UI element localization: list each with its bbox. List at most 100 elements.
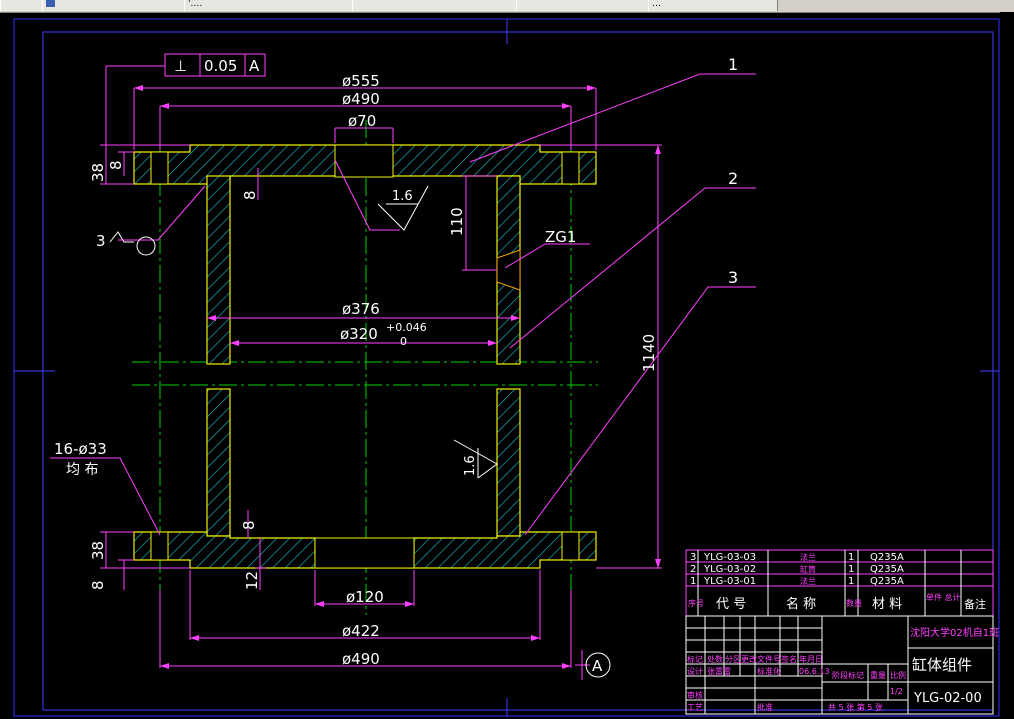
part-no: 2 (690, 564, 696, 575)
dim-d376: ø376 (342, 300, 380, 318)
part-name: 法兰 (800, 552, 816, 562)
school-name: 沈阳大学02机自1班 (910, 626, 999, 639)
header-note: 备注 (964, 597, 986, 611)
label-count: 处数 (707, 654, 723, 664)
roughness-side-value: 1.6 (463, 455, 478, 476)
pipe-thread-label: ZG1 (545, 228, 576, 246)
drawing-name: 缸体组件 (912, 656, 972, 674)
drawing-inner-frame (42, 31, 994, 711)
part-qty: 1 (848, 576, 854, 587)
header-material: 材 料 (872, 597, 902, 612)
roughness-symbol-top: 1.6 (377, 185, 429, 231)
part-code: YLG-03-01 (703, 576, 756, 587)
tab-3-label: '.… (188, 0, 203, 9)
label-zone: 分区 (725, 655, 741, 664)
label-change-doc: 更改文件号 (741, 654, 781, 664)
part-code: YLG-03-03 (703, 552, 756, 563)
tolerance-datum: A (249, 57, 260, 75)
parts-row: 3 YLG-03-03 法兰 1 Q235A (690, 552, 904, 563)
part-qty: 1 (848, 564, 854, 575)
parts-row: 1 YLG-03-01 法兰 1 Q235A (690, 576, 904, 587)
drawing-outer-frame (13, 18, 1000, 717)
part-material: Q235A (870, 576, 904, 587)
tab-2[interactable] (42, 0, 187, 11)
centering-marks (14, 19, 999, 716)
label-mark: 标记 (687, 654, 703, 664)
part-material: Q235A (870, 552, 904, 563)
right-scroll-edge[interactable] (1000, 12, 1014, 719)
header-qty: 数量 (846, 598, 862, 608)
tab-6[interactable]: … (648, 0, 778, 11)
balloon-3: 3 (728, 268, 738, 287)
dim-d120: ø120 (346, 588, 384, 606)
top-flange (133, 144, 597, 185)
bottom-flange (133, 531, 597, 569)
header-name: 名 称 (786, 596, 816, 612)
dim-h8-top: 8 (107, 160, 125, 170)
label-ratio: 比例 (890, 670, 906, 680)
holes-even-note: 均 布 (66, 462, 98, 478)
cad-drawing-canvas[interactable]: ⊥ 0.05 A ø555 ø490 ø70 ø376 ø320 +0.046 … (0, 12, 1000, 719)
dim-d555: ø555 (342, 72, 380, 90)
label-approve: 批准 (757, 702, 773, 712)
tab-5[interactable] (516, 0, 651, 11)
dim-d70: ø70 (348, 112, 376, 130)
tab-4[interactable] (352, 0, 519, 11)
dim-d490-top: ø490 (342, 90, 380, 108)
sheet-info: 共 5 张 第 5 张 (828, 702, 883, 712)
part-no: 3 (690, 552, 696, 563)
drawing-number: YLG-02-00 (913, 691, 982, 706)
parts-list: 3 YLG-03-03 法兰 1 Q235A 2 YLG-03-02 缸筒 1 … (688, 552, 986, 612)
dim-d320-tol-lower: 0 (400, 335, 407, 348)
tab-6-label: … (652, 0, 661, 9)
part-name: 法兰 (800, 576, 816, 586)
dim-h8-inner: 8 (241, 190, 259, 200)
label-review: 审核 (687, 690, 703, 700)
tab-1[interactable] (0, 0, 45, 11)
weld-symbol: 3 (96, 231, 156, 256)
tolerance-value: 0.05 (204, 57, 237, 75)
dim-h38-top: 38 (89, 163, 107, 182)
label-designer: 张雷雷 (707, 667, 731, 676)
label-std: 标准化 (757, 666, 781, 676)
part-no: 1 (690, 576, 696, 587)
parts-row: 2 YLG-03-02 缸筒 1 Q235A (690, 564, 904, 575)
label-date-value: 06.6.13 (799, 667, 830, 676)
weld-size: 3 (96, 232, 106, 250)
roughness-top-value: 1.6 (392, 189, 413, 204)
geometric-tolerance-frame: ⊥ 0.05 A (164, 53, 266, 77)
balloon-2: 2 (728, 169, 738, 188)
tab-3[interactable]: '.… (184, 0, 355, 11)
label-date: 年月日 (799, 654, 823, 664)
dim-d320-tol-upper: +0.046 (386, 321, 427, 334)
datum-a-label: A (592, 657, 603, 675)
dim-h12: 12 (243, 571, 261, 590)
roughness-symbol-side: 1.6 (453, 439, 498, 479)
title-block-labels: 标记 处数 分区 更改文件号 签名 年月日 设计 张雷雷 标准化 06.6.13… (687, 654, 906, 712)
dim-h110: 110 (448, 207, 466, 236)
part-material: Q235A (870, 564, 904, 575)
holes-count-note: 16-ø33 (54, 440, 107, 458)
cylinder-walls (206, 175, 521, 537)
label-sign: 签名 (781, 654, 797, 664)
part-name: 缸筒 (800, 564, 816, 574)
label-design: 设计 (687, 666, 703, 676)
header-weight: 单件 总计 (926, 592, 961, 602)
label-process: 工艺 (687, 703, 703, 712)
dim-d490-bottom: ø490 (342, 650, 380, 668)
dim-h8-bottom: 8 (89, 580, 107, 590)
balloon-1: 1 (728, 55, 738, 74)
dim-d320: ø320 (340, 325, 378, 343)
label-weight: 重量 (870, 670, 886, 680)
dim-h8-bottom-inner: 8 (240, 520, 258, 530)
dim-h1140: 1140 (640, 334, 658, 372)
part-code: YLG-03-02 (703, 564, 756, 575)
tolerance-symbol: ⊥ (174, 57, 187, 75)
header-code: 代 号 (716, 597, 746, 612)
header-no: 序号 (688, 598, 704, 608)
dim-d422: ø422 (342, 622, 380, 640)
dim-h38-bottom: 38 (89, 541, 107, 560)
document-icon (46, 0, 55, 7)
scale-value: 1/2 (890, 687, 903, 696)
label-stage: 阶段标记 (832, 670, 864, 680)
